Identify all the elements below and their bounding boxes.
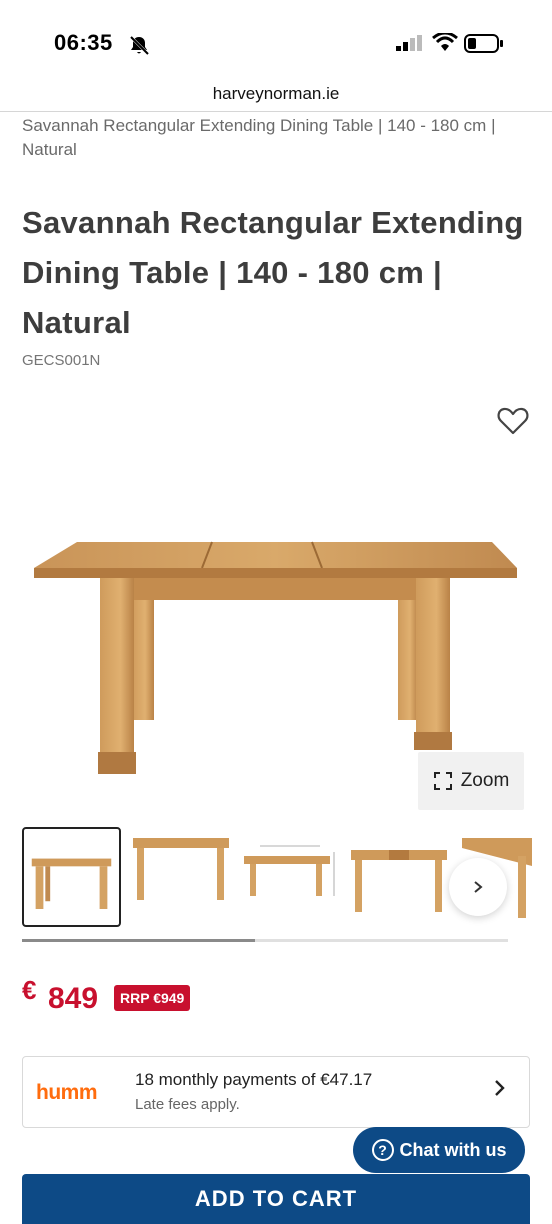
gallery-progress xyxy=(22,939,508,942)
add-to-cart-button[interactable]: ADD TO CART xyxy=(22,1174,530,1224)
status-time: 06:35 xyxy=(54,30,113,55)
chevron-right-icon xyxy=(474,881,483,893)
price-currency: € xyxy=(22,975,37,1005)
chat-label: Chat with us xyxy=(399,1139,507,1160)
bell-muted-icon xyxy=(129,35,150,56)
product-title: Savannah Rectangular Extending Dining Ta… xyxy=(22,205,524,340)
browser-url[interactable]: harveynorman.ie xyxy=(0,84,552,104)
wishlist-heart-icon[interactable] xyxy=(497,405,529,437)
breadcrumb[interactable]: Savannah Rectangular Extending Dining Ta… xyxy=(22,114,532,162)
url-divider xyxy=(0,111,552,112)
chat-button[interactable]: ? Chat with us xyxy=(353,1127,525,1173)
humm-logo-text: humm xyxy=(36,1081,98,1104)
gallery-progress-fill xyxy=(22,939,256,942)
humm-finance-card[interactable]: humm 18 monthly payments of €47.17 Late … xyxy=(22,1056,530,1128)
status-bar: 06:35 xyxy=(0,0,552,80)
battery-icon xyxy=(464,34,503,53)
humm-fees-text: Late fees apply. xyxy=(135,1096,240,1113)
humm-logo: humm xyxy=(36,1081,98,1105)
thumbnail-4[interactable] xyxy=(349,826,447,924)
product-sku: GECS001N xyxy=(22,352,101,369)
rrp-badge: RRP €949 xyxy=(114,985,191,1011)
help-circle-icon: ? xyxy=(371,1139,394,1161)
thumbnail-1[interactable] xyxy=(22,827,121,927)
wifi-icon xyxy=(432,33,458,51)
thumbnail-2[interactable] xyxy=(131,826,229,924)
signal-icon xyxy=(396,35,422,51)
thumbnail-3[interactable] xyxy=(240,826,338,924)
zoom-label: Zoom xyxy=(460,770,510,791)
expand-icon xyxy=(433,772,452,790)
zoom-button[interactable]: Zoom xyxy=(418,752,524,810)
gallery-next-button[interactable] xyxy=(449,858,507,916)
humm-payments-text: 18 monthly payments of €47.17 xyxy=(135,1070,373,1089)
chevron-right-icon xyxy=(495,1080,505,1096)
price-amount: 849 xyxy=(48,982,99,1015)
cart-label: ADD TO CART xyxy=(194,1186,358,1211)
